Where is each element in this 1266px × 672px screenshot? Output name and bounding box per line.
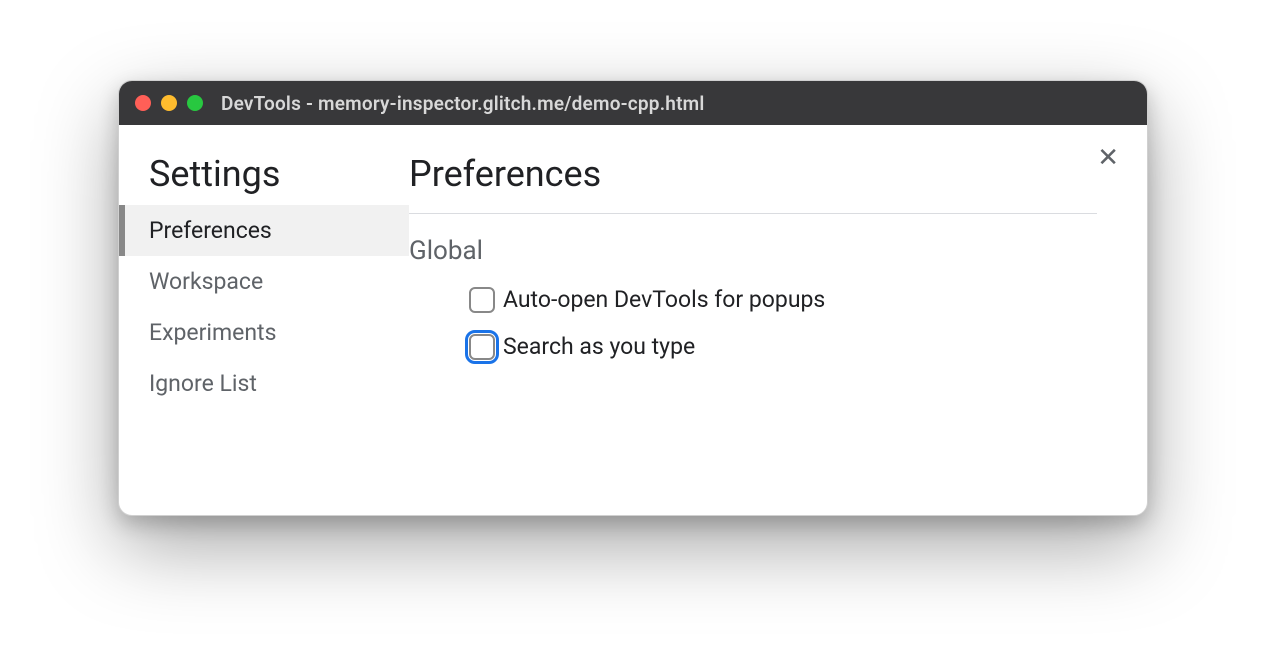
window-title: DevTools - memory-inspector.glitch.me/de… [221, 92, 705, 115]
sidebar-item-workspace[interactable]: Workspace [119, 256, 409, 307]
devtools-window: DevTools - memory-inspector.glitch.me/de… [118, 80, 1148, 516]
content-area: ✕ Settings Preferences Workspace Experim… [119, 125, 1147, 515]
option-auto-open-devtools[interactable]: Auto-open DevTools for popups [409, 286, 1107, 313]
option-label: Auto-open DevTools for popups [503, 286, 825, 313]
option-label: Search as you type [503, 333, 695, 360]
sidebar-item-experiments[interactable]: Experiments [119, 307, 409, 358]
traffic-lights [135, 95, 203, 111]
sidebar-item-ignore-list[interactable]: Ignore List [119, 358, 409, 409]
option-search-as-you-type[interactable]: Search as you type [409, 333, 1107, 360]
page-title: Preferences [409, 153, 1097, 214]
checkbox-auto-open[interactable] [469, 287, 495, 313]
sidebar-item-preferences[interactable]: Preferences [119, 205, 409, 256]
main-panel: Preferences Global Auto-open DevTools fo… [409, 125, 1147, 515]
checkbox-search-as-you-type[interactable] [469, 334, 495, 360]
section-title: Global [409, 236, 1107, 266]
sidebar-title: Settings [119, 153, 409, 205]
sidebar: Settings Preferences Workspace Experimen… [119, 125, 409, 515]
window-maximize-icon[interactable] [187, 95, 203, 111]
titlebar: DevTools - memory-inspector.glitch.me/de… [119, 81, 1147, 125]
window-minimize-icon[interactable] [161, 95, 177, 111]
window-close-icon[interactable] [135, 95, 151, 111]
close-button[interactable]: ✕ [1097, 145, 1119, 171]
